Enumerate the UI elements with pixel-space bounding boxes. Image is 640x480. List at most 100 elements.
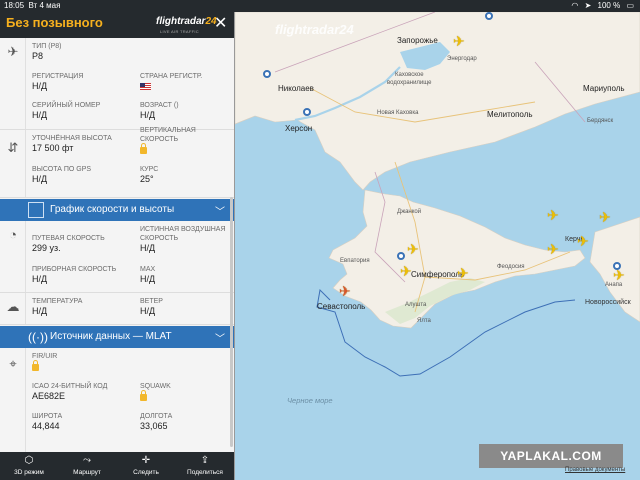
latitude-value: 44,844	[32, 421, 60, 431]
max-value: Н/Д	[140, 274, 156, 284]
satellite-dish-icon: ⌖	[9, 356, 17, 371]
aircraft-icon[interactable]: ✈	[457, 266, 471, 280]
battery-percent: 100 %	[597, 1, 621, 10]
lock-icon[interactable]	[32, 360, 39, 371]
gps-altitude-value: Н/Д	[32, 174, 48, 184]
aircraft-icon[interactable]: ✈	[453, 34, 467, 48]
ground-speed-value: 299 уз.	[32, 243, 61, 253]
longitude-value: 33,065	[140, 421, 168, 431]
aircraft-icon[interactable]: ✈	[613, 268, 627, 282]
panel-scrollbar[interactable]	[230, 197, 233, 447]
flightradar-logo: flightradar24	[156, 16, 217, 27]
type-label: ТИП (P8)	[32, 43, 62, 50]
serial-label: СЕРИЙНЫЙ НОМЕР	[32, 102, 101, 109]
site-watermark: YAPLAKAL.COM	[479, 444, 623, 468]
flight-info-panel: Без позывного flightradar24 LIVE AIR TRA…	[0, 12, 235, 480]
icao-label: ICAO 24-БИТНЫЙ КОД	[32, 383, 108, 390]
aircraft-icon[interactable]: ✈	[400, 264, 414, 278]
graph-icon	[28, 202, 44, 218]
battery-icon: ▭	[626, 1, 634, 10]
age-value: Н/Д	[140, 110, 156, 120]
map-watermark: flightradar24	[275, 22, 354, 37]
aircraft-icon[interactable]: ✈	[547, 242, 561, 256]
source-section: ⌖ FIR/UIR ICAO 24-БИТНЫЙ КОД AE682E SQUA…	[0, 348, 234, 452]
logo-tagline: LIVE AIR TRAFFIC	[160, 29, 199, 34]
route-icon: ⤳	[83, 455, 91, 466]
weather-section: ☁ ТЕМПЕРАТУРА Н/Д ВЕТЕР Н/Д	[0, 293, 234, 325]
label-melitopol: Мелитополь	[487, 110, 533, 119]
wind-label: ВЕТЕР	[140, 298, 163, 305]
wind-value: Н/Д	[140, 306, 156, 316]
antenna-icon: ((·))	[28, 330, 48, 344]
label-sevastopol: Севастополь	[317, 302, 366, 311]
true-airspeed-label-2: СКОРОСТЬ	[140, 235, 179, 242]
label-nova-kakhovka: Новая Каховка	[377, 110, 419, 116]
gps-altitude-label: ВЫСОТА ПО GPS	[32, 166, 92, 173]
registration-value: Н/Д	[32, 81, 48, 91]
data-source-label: Источник данных — MLAT	[50, 331, 172, 342]
airport-pin-zaporozhye[interactable]	[485, 12, 493, 20]
vertical-speed-label-1: ВЕРТИКАЛЬНАЯ	[140, 127, 196, 134]
altitude-icon: ⇵	[7, 140, 19, 155]
lock-icon[interactable]	[140, 390, 147, 401]
us-flag-icon	[140, 83, 151, 90]
map-watermark-text: flightradar	[275, 22, 340, 37]
country-label: СТРАНА РЕГИСТР.	[140, 73, 203, 80]
serial-value: Н/Д	[32, 110, 48, 120]
aircraft-icon[interactable]: ✈	[599, 210, 613, 224]
logo-text: flightradar	[156, 16, 206, 27]
airport-pin-simferopol[interactable]	[397, 252, 405, 260]
aircraft-icon[interactable]: ✈	[577, 234, 591, 248]
indicated-airspeed-value: Н/Д	[32, 274, 48, 284]
bottom-toolbar: ⬡ 3D режим ⤳ Маршрут ✛ Следить ⇪ Поделит…	[0, 452, 234, 480]
selected-aircraft-icon[interactable]: ✈	[339, 284, 353, 298]
icao-value: AE682E	[32, 391, 66, 401]
registration-label: РЕГИСТРАЦИЯ	[32, 73, 84, 80]
ground-speed-label: ПУТЕВАЯ СКОРОСТЬ	[32, 235, 105, 242]
status-date: Вт 4 мая	[28, 1, 61, 10]
map-watermark-number: 24	[339, 22, 354, 37]
airport-pin-kherson[interactable]	[303, 108, 311, 116]
data-source-bar[interactable]: ((·)) Источник данных — MLAT ﹀	[0, 326, 234, 348]
label-zaporozhye: Запорожье	[397, 36, 438, 45]
panel-header: Без позывного flightradar24 LIVE AIR TRA…	[0, 12, 234, 38]
label-kakhovka-reservoir-1: Каховское	[395, 72, 424, 78]
label-feodosia: Феодосия	[497, 264, 525, 270]
type-value: P8	[32, 51, 44, 61]
speed-altitude-graph-bar[interactable]: График скорости и высоты ﹀	[0, 199, 234, 221]
airport-pin-nikolaev[interactable]	[263, 70, 271, 78]
speed-graph-label: График скорости и высоты	[50, 204, 175, 215]
altitude-section: ⇵ УТОЧНЁННАЯ ВЫСОТА 17 500 фт ВЕРТИКАЛЬН…	[0, 127, 234, 198]
share-icon: ⇪	[200, 455, 210, 466]
aircraft-icon[interactable]: ✈	[547, 208, 561, 222]
close-button[interactable]: ✕	[214, 16, 227, 32]
label-energodar: Энергодар	[447, 56, 477, 62]
aircraft-section: ✈ ТИП (P8) P8 РЕГИСТРАЦИЯ Н/Д СТРАНА РЕГ…	[0, 38, 234, 130]
label-alushta: Алушта	[405, 302, 427, 308]
temperature-value: Н/Д	[32, 306, 48, 316]
wifi-icon: ◠	[571, 1, 579, 10]
speedometer-icon: ◔	[9, 227, 17, 242]
follow-button[interactable]: ✛ Следить	[117, 452, 175, 480]
lock-icon[interactable]	[140, 143, 147, 154]
status-time: 18:05	[4, 1, 25, 10]
airplane-icon: ✈	[7, 44, 19, 59]
map-view[interactable]: flightradar24 Запорожье Энергодар Каховс…	[235, 12, 640, 480]
legal-link[interactable]: Правовые документы	[565, 467, 625, 473]
label-evpatoria: Евпатория	[340, 258, 370, 264]
latitude-label: ШИРОТА	[32, 413, 63, 420]
label-mariupol: Мариуполь	[583, 84, 625, 93]
aircraft-icon[interactable]: ✈	[407, 242, 421, 256]
panel-title: Без позывного	[6, 15, 103, 30]
course-value: 25°	[140, 174, 154, 184]
vertical-speed-label-2: СКОРОСТЬ	[140, 136, 179, 143]
share-button[interactable]: ⇪ Поделиться	[176, 452, 234, 480]
status-bar: 18:05 Вт 4 мая ◠ ➤ 100 % ▭	[0, 0, 640, 12]
age-label: ВОЗРАСТ ()	[140, 102, 179, 109]
chevron-down-icon[interactable]: ﹀	[215, 330, 225, 345]
label-novorossiysk: Новороссийск	[585, 299, 631, 306]
3d-view-button[interactable]: ⬡ 3D режим	[0, 452, 58, 480]
route-button[interactable]: ⤳ Маршрут	[58, 452, 116, 480]
true-airspeed-label-1: ИСТИННАЯ ВОЗДУШНАЯ	[140, 226, 226, 233]
chevron-down-icon[interactable]: ﹀	[215, 203, 225, 218]
